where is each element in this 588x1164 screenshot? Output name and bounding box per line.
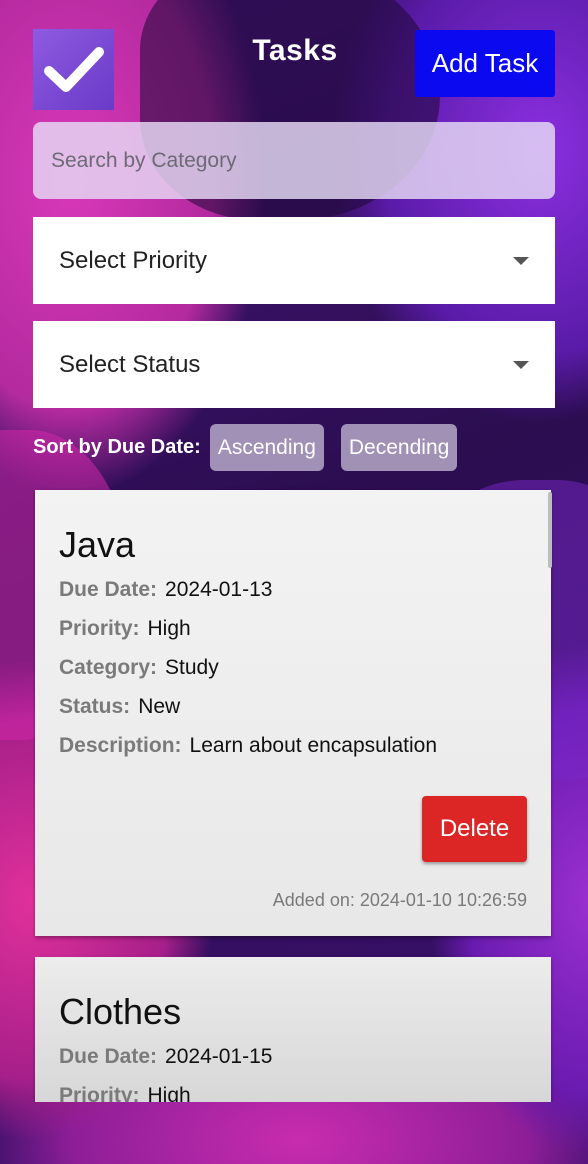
scrollbar[interactable] bbox=[548, 492, 552, 568]
priority-select-label: Select Priority bbox=[59, 246, 208, 274]
field-label: Description: bbox=[59, 734, 182, 757]
app-header: Tasks Add Task bbox=[0, 0, 588, 112]
field-label: Priority: bbox=[59, 1084, 140, 1102]
task-priority: Priority: High bbox=[59, 1084, 527, 1102]
sort-controls: Sort by Due Date: Ascending Decending bbox=[33, 424, 555, 471]
field-value: Study bbox=[165, 656, 219, 679]
chevron-down-icon bbox=[513, 360, 529, 369]
task-due-date: Due Date: 2024-01-15 bbox=[59, 1045, 527, 1068]
field-value: High bbox=[147, 1084, 191, 1102]
task-status: Status: New bbox=[59, 695, 527, 718]
task-card: Java Due Date: 2024-01-13 Priority: High C… bbox=[35, 490, 551, 936]
status-select-label: Select Status bbox=[59, 350, 201, 378]
field-label: Category: bbox=[59, 656, 158, 679]
search-box[interactable] bbox=[33, 122, 555, 199]
status-select[interactable]: Select Status bbox=[33, 321, 555, 408]
field-value: 2024-01-13 bbox=[165, 578, 273, 601]
add-task-button[interactable]: Add Task bbox=[415, 30, 555, 97]
sort-ascending-button[interactable]: Ascending bbox=[209, 424, 324, 471]
app-logo bbox=[33, 29, 114, 110]
checkmark-icon bbox=[43, 46, 104, 92]
field-label: Due Date: bbox=[59, 578, 158, 601]
search-input[interactable] bbox=[49, 147, 539, 174]
task-category: Category: Study bbox=[59, 656, 527, 679]
field-value: High bbox=[147, 617, 191, 640]
delete-task-button[interactable]: Delete bbox=[422, 796, 527, 862]
priority-select[interactable]: Select Priority bbox=[33, 217, 555, 304]
page-title: Tasks bbox=[252, 34, 338, 67]
sort-descending-button[interactable]: Decending bbox=[340, 424, 458, 471]
task-card: Clothes Due Date: 2024-01-15 Priority: Hig… bbox=[35, 957, 551, 1102]
field-value: New bbox=[138, 695, 181, 718]
field-value: 2024-01-15 bbox=[165, 1045, 273, 1068]
task-due-date: Due Date: 2024-01-13 bbox=[59, 578, 527, 601]
task-priority: Priority: High bbox=[59, 617, 527, 640]
field-value: Learn about encapsulation bbox=[189, 734, 438, 757]
field-label: Due Date: bbox=[59, 1045, 158, 1068]
field-label: Status: bbox=[59, 695, 131, 718]
chevron-down-icon bbox=[513, 256, 529, 265]
field-label: Priority: bbox=[59, 617, 140, 640]
task-name: Java bbox=[59, 524, 136, 565]
task-list[interactable]: Java Due Date: 2024-01-13 Priority: High C… bbox=[33, 487, 555, 1102]
sort-label: Sort by Due Date: bbox=[33, 436, 201, 458]
task-description: Description: Learn about encapsulation bbox=[59, 734, 527, 757]
task-added-timestamp: Added on: 2024-01-10 10:26:59 bbox=[272, 890, 527, 910]
task-name: Clothes bbox=[59, 991, 182, 1032]
